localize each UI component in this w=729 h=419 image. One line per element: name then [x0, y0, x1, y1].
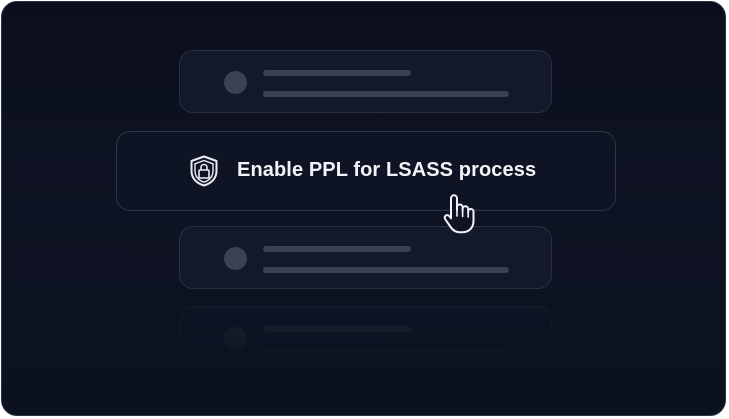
placeholder-list-item-faded	[179, 306, 552, 366]
placeholder-avatar	[224, 247, 247, 270]
placeholder-list-item	[179, 50, 552, 113]
shield-lock-icon	[190, 155, 218, 187]
placeholder-line	[263, 70, 411, 76]
placeholder-line	[263, 326, 411, 332]
app-frame: Enable PPL for LSASS process	[1, 1, 726, 416]
action-label: Enable PPL for LSASS process	[237, 159, 537, 181]
placeholder-list-item	[179, 226, 552, 289]
placeholder-line	[263, 91, 509, 97]
placeholder-line	[263, 347, 509, 353]
placeholder-avatar	[224, 71, 247, 94]
placeholder-avatar	[224, 327, 247, 350]
enable-ppl-lsass-action[interactable]: Enable PPL for LSASS process	[116, 131, 616, 211]
placeholder-line	[263, 267, 509, 273]
hand-pointer-icon	[443, 194, 475, 234]
placeholder-line	[263, 246, 411, 252]
